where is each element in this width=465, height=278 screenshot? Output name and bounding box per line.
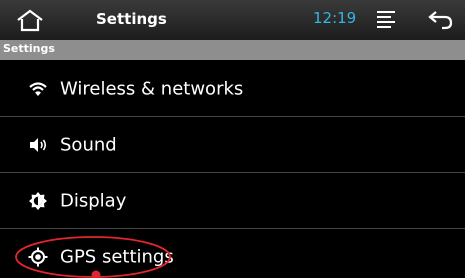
settings-item-display[interactable]: Display: [0, 173, 465, 228]
menu-icon: [377, 11, 395, 28]
settings-item-label: Wireless & networks: [60, 78, 244, 99]
status-title: Settings: [96, 10, 167, 28]
settings-item-gps[interactable]: GPS settings: [0, 229, 465, 278]
home-button[interactable]: [14, 8, 46, 34]
speaker-icon: [28, 135, 48, 155]
settings-item-sound[interactable]: Sound: [0, 117, 465, 172]
menu-button[interactable]: [375, 9, 397, 29]
settings-item-label: Display: [60, 190, 127, 211]
settings-item-wireless[interactable]: Wireless & networks: [0, 61, 465, 116]
settings-screen: Settings 12:19 Settings Wireless & netwo…: [0, 0, 465, 278]
settings-item-label: GPS settings: [60, 246, 174, 267]
home-icon: [17, 9, 43, 32]
section-header-label: Settings: [3, 42, 55, 55]
back-button[interactable]: [427, 7, 455, 31]
section-header: Settings: [0, 40, 465, 60]
brightness-icon: [28, 191, 48, 211]
back-icon: [428, 11, 453, 30]
clock-time: 12:19: [313, 9, 357, 27]
wifi-icon: [28, 79, 48, 99]
settings-item-label: Sound: [60, 134, 117, 155]
gps-icon: [28, 247, 48, 267]
status-bar: Settings 12:19: [0, 0, 465, 41]
